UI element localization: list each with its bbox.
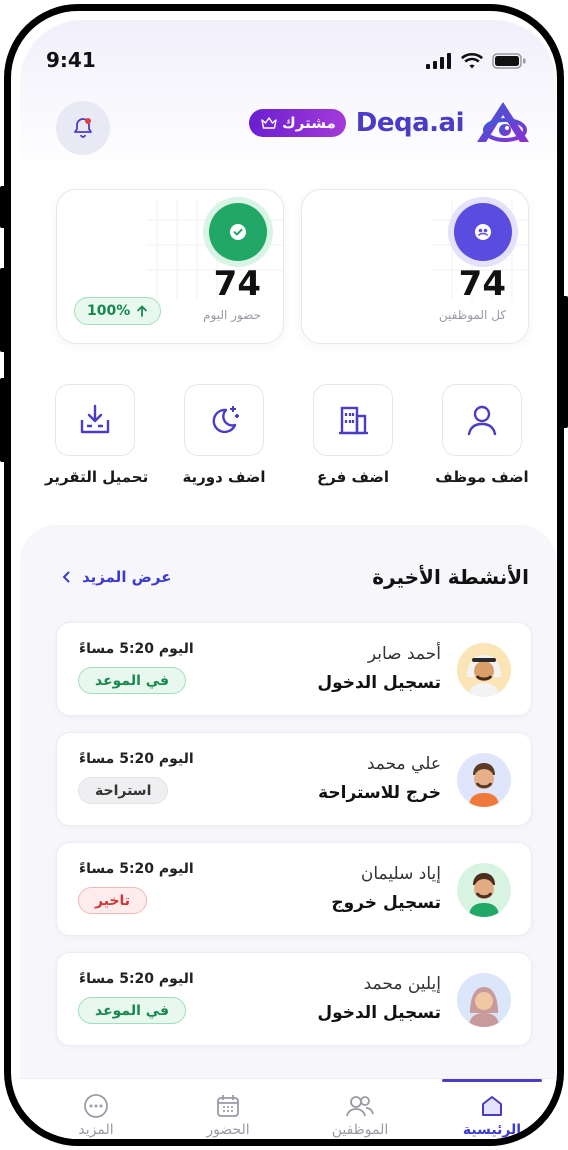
quick-action-label: تحميل التقرير [45, 468, 149, 486]
employee-name: أحمد صابر [367, 644, 441, 664]
activity-card[interactable]: علي محمد خرج للاستراحة اليوم 5:20 مساءً … [56, 732, 532, 826]
stat-attendance-label: حضور اليوم [203, 308, 261, 322]
activity-card[interactable]: إيلين محمد تسجيل الدخول اليوم 5:20 مساءً… [56, 952, 532, 1046]
calendar-icon [217, 1095, 239, 1117]
nav-tab-more[interactable]: المزيد [46, 1079, 146, 1139]
check-badge-icon [230, 224, 246, 240]
activity-action: خرج للاستراحة [318, 783, 441, 803]
status-badge: استراحة [78, 777, 169, 804]
notifications-button[interactable] [56, 101, 110, 155]
brand-header: مشترك Deqa.ai [249, 100, 532, 146]
quick-action-add-shift[interactable]: اضف دورية [174, 384, 274, 486]
more-dots-icon [84, 1094, 108, 1118]
quick-action-add-branch[interactable]: اضف فرع [303, 384, 403, 486]
stat-attendance-value: 74 [213, 264, 261, 304]
activity-action: تسجيل الدخول [317, 673, 441, 693]
stat-card-today-attendance[interactable]: 74 حضور اليوم 100% [56, 189, 284, 344]
recent-activities-panel: الأنشطة الأخيرة عرض المزيد أحمد صابر تسج… [20, 525, 556, 1085]
trend-value: 100% [87, 303, 131, 319]
nav-tab-employees[interactable]: الموظفين [310, 1079, 410, 1139]
avatar-man-headscarf-icon [467, 655, 501, 697]
subscription-label: مشترك [282, 114, 336, 132]
quick-action-label: اضف فرع [316, 468, 390, 486]
stat-card-total-employees[interactable]: 74 كل الموظفين [301, 189, 529, 344]
status-badge: تاخير [78, 887, 148, 914]
quick-action-download-report[interactable]: تحميل التقرير [45, 384, 149, 486]
quick-action-icon-box [184, 384, 264, 456]
chevron-left-icon [62, 571, 70, 583]
activity-time: اليوم 5:20 مساءً [79, 861, 194, 877]
activity-card[interactable]: أحمد صابر تسجيل الدخول اليوم 5:20 مساءً … [56, 622, 532, 716]
signal-icon [426, 52, 451, 69]
nav-tab-label: الموظفين [331, 1122, 389, 1138]
activity-card[interactable]: إياد سليمان تسجيل خروج اليوم 5:20 مساءً … [56, 842, 532, 936]
stat-total-icon-circle [454, 203, 512, 261]
nav-tab-label: الرئيسية [462, 1122, 522, 1138]
quick-action-icon-box [55, 384, 135, 456]
stat-total-label: كل الموظفين [438, 308, 506, 322]
activity-time: اليوم 5:20 مساءً [79, 971, 194, 987]
activity-action: تسجيل خروج [331, 893, 441, 913]
brand-name: Deqa.ai [355, 108, 465, 138]
avatar [457, 973, 511, 1027]
nav-tab-home[interactable]: الرئيسية [442, 1079, 542, 1139]
avatar [457, 863, 511, 917]
app-screen: 9:41 مشترك Deqa.ai 74 كل الموظفين 74 حضو… [20, 20, 556, 1139]
quick-action-icon-box [313, 384, 393, 456]
avatar [457, 753, 511, 807]
crown-icon [261, 116, 277, 129]
status-badge: في الموعد [78, 667, 187, 694]
activity-action: تسجيل الدخول [317, 1003, 441, 1023]
subscription-badge[interactable]: مشترك [249, 109, 346, 137]
quick-action-label: اضف دورية [182, 468, 266, 486]
employee-name: علي محمد [366, 754, 441, 774]
employee-name: إيلين محمد [363, 974, 441, 994]
avatar-man-icon [469, 873, 499, 917]
activity-time: اليوم 5:20 مساءً [79, 641, 194, 657]
user-icon [467, 405, 497, 436]
quick-action-add-employee[interactable]: اضف موظف [432, 384, 532, 486]
moon-stars-icon [212, 406, 239, 434]
arrow-up-icon [137, 305, 148, 317]
stat-total-value: 74 [458, 264, 506, 304]
download-tray-icon [80, 404, 110, 434]
status-icons [426, 52, 526, 69]
users-icon [346, 1096, 374, 1117]
status-bar: 9:41 [20, 20, 556, 80]
avatar-man-icon [469, 763, 499, 807]
status-time: 9:41 [46, 48, 96, 72]
activity-time: اليوم 5:20 مساءً [79, 751, 194, 767]
attendance-trend-badge: 100% [74, 297, 162, 325]
deqa-eye-logo-icon [477, 102, 529, 142]
avatar [457, 643, 511, 697]
nav-tab-label: الحضور [206, 1122, 250, 1138]
view-more-label: عرض المزيد [82, 568, 172, 586]
bottom-navigation: الرئيسية الموظفين الحضور المزيد [20, 1078, 556, 1139]
avatar-woman-hijab-icon [469, 987, 499, 1027]
battery-icon [492, 52, 526, 69]
phone-frame: 9:41 مشترك Deqa.ai 74 كل الموظفين 74 حضو… [4, 4, 564, 1146]
view-more-link[interactable]: عرض المزيد [62, 568, 171, 586]
bell-icon [74, 118, 92, 138]
wifi-icon [461, 53, 483, 69]
stat-attendance-icon-circle [209, 203, 267, 261]
nav-tab-attendance[interactable]: الحضور [178, 1079, 278, 1139]
home-icon [482, 1096, 502, 1116]
quick-action-label: اضف موظف [435, 468, 529, 486]
quick-action-icon-box [442, 384, 522, 456]
nav-tab-label: المزيد [78, 1122, 114, 1138]
recent-activities-title: الأنشطة الأخيرة [372, 565, 529, 589]
building-icon [339, 406, 368, 435]
employee-name: إياد سليمان [360, 864, 441, 884]
team-icon [475, 224, 491, 240]
status-badge: في الموعد [78, 997, 187, 1024]
